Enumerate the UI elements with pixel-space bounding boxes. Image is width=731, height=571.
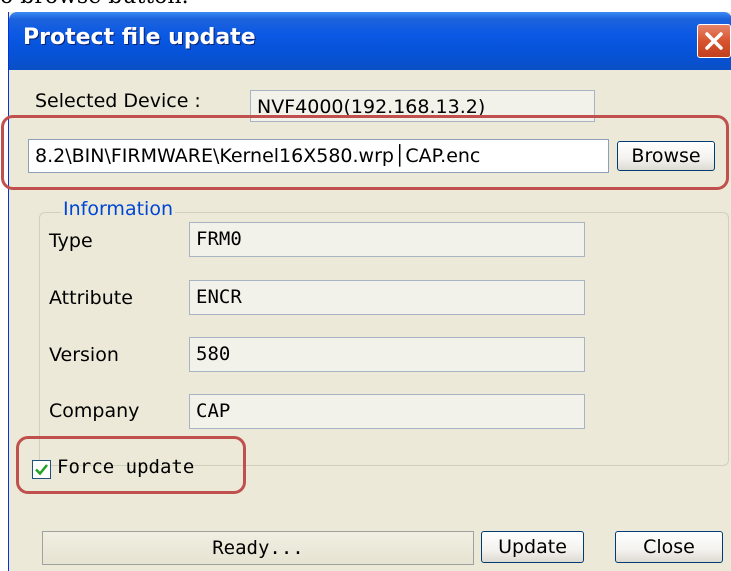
status-bar: Ready... [42,531,474,565]
close-button[interactable]: Close [615,531,723,563]
version-label: Version [49,344,119,366]
file-path-highlight [1,115,729,190]
document-caption: o browse button. [0,0,189,9]
window-close-button[interactable] [697,24,731,58]
type-field: FRM0 [189,222,585,257]
force-update-highlight [16,436,246,494]
attribute-label: Attribute [49,287,133,309]
type-label: Type [49,230,93,252]
title-bar[interactable]: Protect file update [9,12,731,70]
company-field: CAP [189,394,585,429]
close-icon [705,32,723,50]
company-label: Company [49,400,140,422]
information-group-title: Information [61,198,175,220]
window-title: Protect file update [23,25,256,50]
version-field: 580 [189,337,585,372]
update-button[interactable]: Update [481,531,584,563]
selected-device-label: Selected Device : [35,90,201,112]
attribute-field: ENCR [189,280,585,315]
